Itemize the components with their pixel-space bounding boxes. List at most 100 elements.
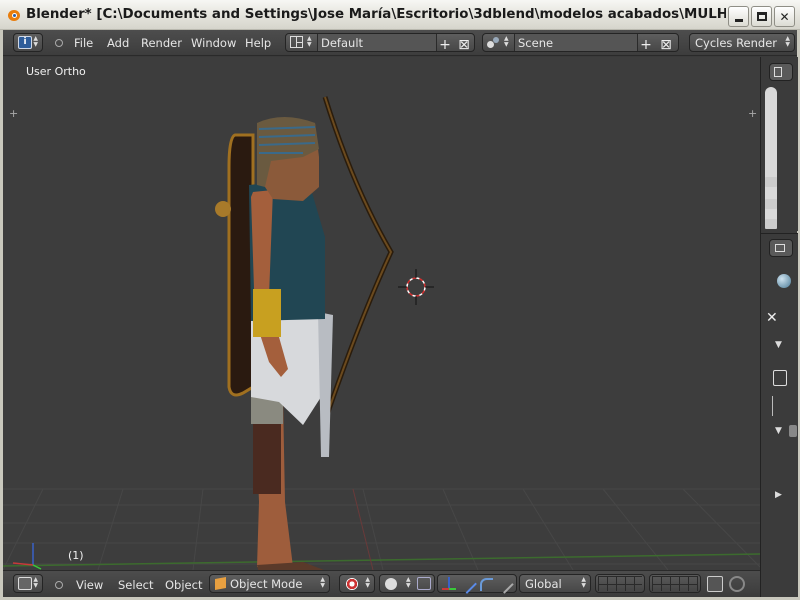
x-axis-line [352,488,374,570]
menu-file[interactable]: File [74,36,93,50]
menu-add[interactable]: Add [107,36,129,50]
manipulator-icon[interactable] [442,577,456,591]
add-scene-icon[interactable]: + [638,37,654,53]
scene-layers-group-2[interactable] [649,574,701,593]
info-icon: i [18,36,32,49]
minimize-icon [734,18,743,22]
add-screen-icon[interactable]: + [437,37,453,53]
camera-icon[interactable] [765,219,777,229]
properties-toggle-icon[interactable]: + [748,107,757,120]
3d-view-icon [18,577,32,590]
translate-icon[interactable] [457,574,477,594]
menu-help[interactable]: Help [245,36,271,50]
menu-render[interactable]: Render [141,36,182,50]
current-frame: (1) [68,549,84,562]
updown-arrows-icon: ▲ ▼ [307,35,312,48]
minimize-button[interactable] [728,6,749,27]
object-mode-icon [215,577,226,590]
lock-camera-layers-icon[interactable] [707,576,723,592]
close-button[interactable]: ✕ [774,6,795,27]
scale-icon[interactable] [495,575,514,594]
bow-mesh [322,96,394,413]
editor-type-selector-3d[interactable]: ▲ ▼ [13,574,43,593]
maximize-button[interactable] [751,6,772,27]
shield-boss [215,201,231,217]
panel-expand-arrow-icon[interactable]: ▼ [775,340,782,350]
pivot-point-selector[interactable]: ▲ ▼ [379,574,435,593]
arm-bracer [253,289,281,337]
updown-arrows-icon: ▲ ▼ [785,35,790,48]
panel-expand-arrow-icon[interactable]: ▼ [775,426,782,436]
rotate-icon[interactable] [480,578,493,591]
interaction-mode-selector[interactable]: Object Mode ▲ ▼ [209,574,330,593]
screen-layout-icon [290,36,303,48]
right-editors: ✕ ▼ ▼ ▶ [760,57,798,597]
transform-orientation-name: Global [525,577,562,591]
sword-blade [318,312,333,457]
outliner-type-icon[interactable] [769,63,793,81]
updown-arrows-icon: ▲ ▼ [33,576,38,589]
interaction-mode-name: Object Mode [230,577,303,591]
camera-icon[interactable] [765,199,777,209]
panel-divider [772,396,773,416]
scene-selector[interactable]: ▲ ▼ Scene + ⊠ [482,33,679,53]
manipulate-center-icon[interactable] [417,577,431,590]
pivot-icon [385,578,397,590]
scene-layers-group-1[interactable] [595,574,645,593]
delete-screen-icon[interactable]: ⊠ [456,37,472,53]
updown-arrows-icon: ▲ ▼ [33,35,38,48]
layer-grid-icon[interactable] [652,576,698,591]
3d-cursor[interactable] [398,269,434,305]
window-titlebar[interactable]: Blender* [C:\Documents and Settings\Jose… [0,0,800,30]
screen-layout-name[interactable]: Default [321,36,363,50]
updown-arrows-icon: ▲ ▼ [320,576,325,589]
collapse-menus-icon[interactable] [55,39,63,47]
info-header: i ▲ ▼ File Add Render Window Help ▲ ▼ Defa… [3,30,797,56]
updown-arrows-icon: ▲ ▼ [581,576,586,589]
delete-scene-icon[interactable]: ⊠ [658,37,674,53]
maximize-icon [756,12,767,21]
shield-mesh [227,133,255,397]
screen-layout-selector[interactable]: ▲ ▼ Default + ⊠ [285,33,475,53]
window-title: Blender* [C:\Documents and Settings\Jose… [26,7,726,22]
updown-arrows-icon: ▲ ▼ [365,576,370,589]
properties-editor[interactable]: ✕ ▼ ▼ ▶ [761,233,798,597]
menu-view[interactable]: View [76,578,103,592]
blender-window: i ▲ ▼ File Add Render Window Help ▲ ▼ Defa… [0,30,800,600]
viewport-shading-selector[interactable]: ▲ ▼ [339,574,375,593]
menu-object[interactable]: Object [165,578,202,592]
camera-icon[interactable] [765,177,777,187]
constraint-icon[interactable] [773,370,787,386]
collapse-menus-icon[interactable] [55,581,63,589]
scene-name[interactable]: Scene [518,36,553,50]
viewport-scene [3,96,760,570]
toolshelf-toggle-icon[interactable]: + [9,107,18,120]
view-name: User Ortho [26,65,86,78]
manipulator-toggles[interactable] [437,574,517,594]
3d-view-header: ▲ ▼ View Select Object Object Mode ▲ ▼ ▲ ▼ … [3,570,760,597]
world-icon[interactable] [777,274,791,288]
shading-icon [346,578,358,590]
transform-orientation-selector[interactable]: Global ▲ ▼ [519,574,591,593]
editor-type-selector[interactable]: i ▲ ▼ [13,33,43,52]
bow-highlight [324,96,393,413]
outliner-editor[interactable] [761,57,798,231]
blender-logo-icon [6,7,22,23]
properties-type-icon[interactable] [769,239,793,257]
menu-window[interactable]: Window [191,36,236,50]
updown-arrows-icon: ▲ ▼ [406,576,411,589]
render-engine-name: Cycles Render [695,36,778,50]
floor-grid [3,488,760,570]
render-engine-selector[interactable]: Cycles Render ▲ ▼ [689,33,795,52]
updown-arrows-icon: ▲ ▼ [504,35,509,48]
close-icon: ✕ [779,9,790,24]
proportional-editing-icon[interactable] [729,576,745,592]
close-x-icon[interactable]: ✕ [766,310,778,326]
scene-icon [487,37,501,49]
leg-greave [253,422,281,494]
panel-collapse-arrow-icon[interactable]: ▶ [775,490,782,500]
3d-viewport[interactable]: User Ortho + + (1) [3,57,760,570]
panel-drag-handle[interactable] [789,425,797,437]
menu-select[interactable]: Select [118,578,153,592]
layer-grid-icon[interactable] [598,576,642,591]
